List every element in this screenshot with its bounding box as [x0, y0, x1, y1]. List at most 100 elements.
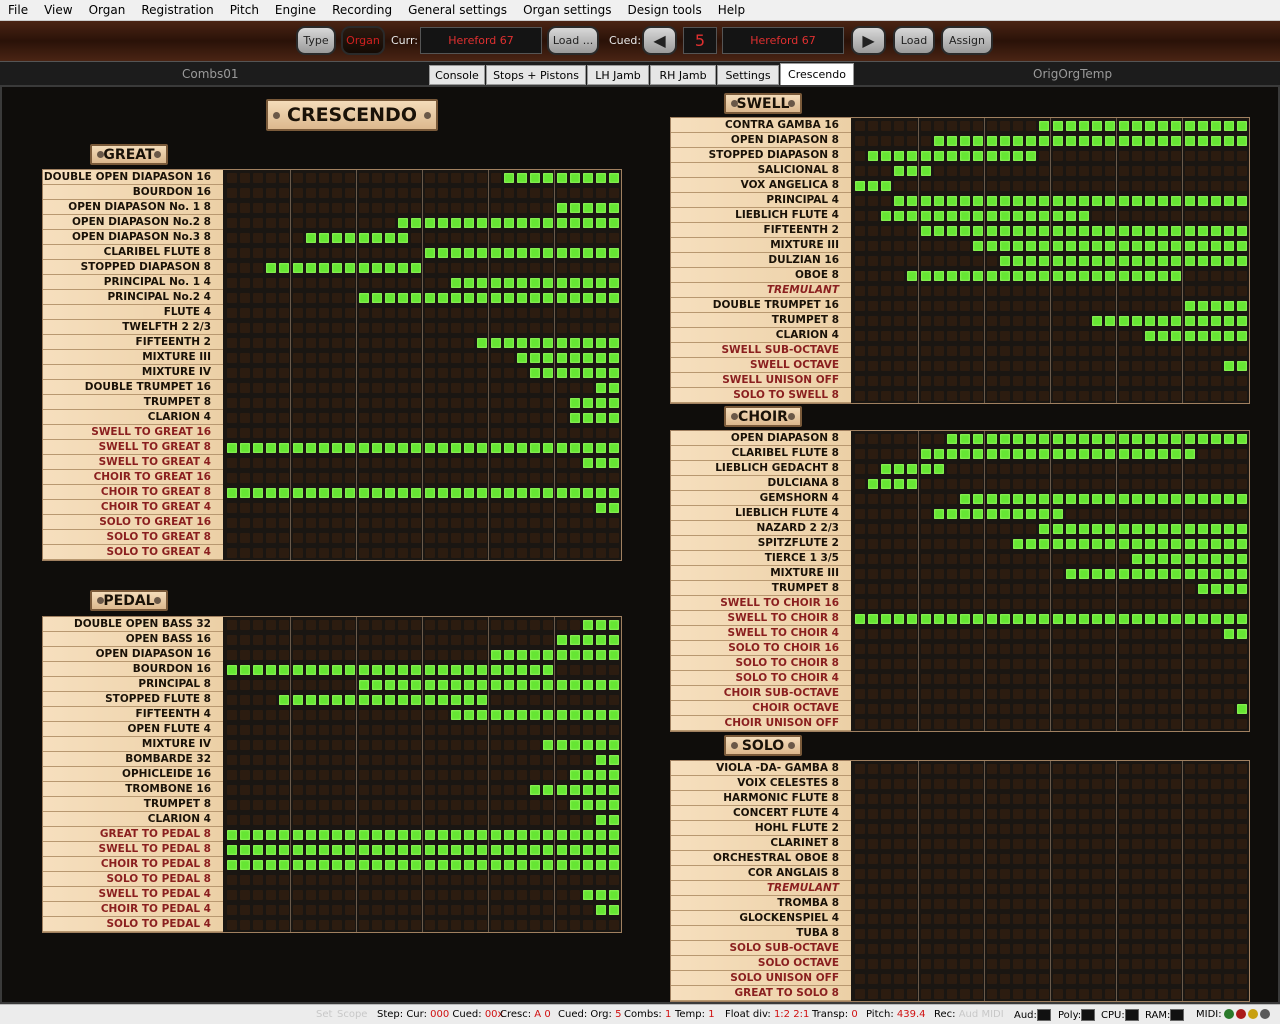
step-cell-off[interactable] [854, 449, 865, 459]
step-cell-off[interactable] [1092, 151, 1103, 161]
step-cell-on[interactable] [371, 860, 382, 870]
step-cell-off[interactable] [920, 644, 931, 654]
step-cell-on[interactable] [252, 860, 263, 870]
step-cell-off[interactable] [1118, 286, 1129, 296]
step-cell-on[interactable] [1197, 524, 1208, 534]
step-cell-on[interactable] [596, 650, 607, 660]
step-cell-off[interactable] [450, 635, 461, 645]
step-cell-on[interactable] [596, 248, 607, 258]
step-cell-off[interactable] [1118, 809, 1129, 819]
step-cell-off[interactable] [960, 719, 971, 729]
step-cell-on[interactable] [609, 620, 620, 630]
step-cell-off[interactable] [569, 548, 580, 558]
step-cell-on[interactable] [1092, 241, 1103, 251]
step-cell-off[interactable] [1197, 659, 1208, 669]
step-cell-off[interactable] [424, 308, 435, 318]
step-cell-off[interactable] [1118, 719, 1129, 729]
step-cell-on[interactable] [318, 845, 329, 855]
step-cell-off[interactable] [345, 740, 356, 750]
step-cell-off[interactable] [305, 920, 316, 930]
step-cell-off[interactable] [999, 644, 1010, 654]
step-cell-off[interactable] [920, 524, 931, 534]
step-cell-on[interactable] [1184, 524, 1195, 534]
step-cell-off[interactable] [1158, 914, 1169, 924]
step-cell-off[interactable] [490, 173, 501, 183]
step-cell-off[interactable] [332, 308, 343, 318]
step-cell-off[interactable] [437, 770, 448, 780]
step-cell-off[interactable] [1039, 286, 1050, 296]
step-cell-off[interactable] [946, 346, 957, 356]
step-cell-off[interactable] [999, 316, 1010, 326]
step-cell-off[interactable] [490, 188, 501, 198]
step-cell-off[interactable] [1105, 554, 1116, 564]
step-cell-off[interactable] [894, 914, 905, 924]
step-cell-off[interactable] [1078, 794, 1089, 804]
step-cell-off[interactable] [933, 434, 944, 444]
step-cell-on[interactable] [1237, 494, 1248, 504]
step-cell-off[interactable] [1237, 689, 1248, 699]
step-cell-off[interactable] [867, 914, 878, 924]
step-cell-off[interactable] [946, 914, 957, 924]
step-cell-off[interactable] [582, 308, 593, 318]
step-cell-off[interactable] [933, 599, 944, 609]
step-cell-off[interactable] [920, 719, 931, 729]
step-cell-on[interactable] [1237, 136, 1248, 146]
step-cell-off[interactable] [279, 815, 290, 825]
step-cell-off[interactable] [1131, 929, 1142, 939]
step-cell-off[interactable] [569, 815, 580, 825]
step-cell-on[interactable] [1105, 136, 1116, 146]
step-cell-off[interactable] [437, 905, 448, 915]
step-cell-off[interactable] [398, 770, 409, 780]
step-cell-off[interactable] [371, 920, 382, 930]
step-cell-off[interactable] [1171, 764, 1182, 774]
step-cell-on[interactable] [1092, 256, 1103, 266]
step-cell-off[interactable] [345, 293, 356, 303]
step-cell-on[interactable] [411, 293, 422, 303]
step-cell-on[interactable] [1105, 434, 1116, 444]
step-cell-off[interactable] [226, 785, 237, 795]
step-cell-off[interactable] [1012, 599, 1023, 609]
step-cell-on[interactable] [1197, 316, 1208, 326]
step-cell-off[interactable] [1118, 989, 1129, 999]
step-cell-off[interactable] [516, 815, 527, 825]
step-cell-off[interactable] [1210, 346, 1221, 356]
step-cell-off[interactable] [973, 316, 984, 326]
step-cell-off[interactable] [477, 308, 488, 318]
step-cell-on[interactable] [305, 845, 316, 855]
step-cell-off[interactable] [894, 256, 905, 266]
step-cell-on[interactable] [569, 845, 580, 855]
step-cell-off[interactable] [582, 695, 593, 705]
step-cell-off[interactable] [384, 458, 395, 468]
step-cell-off[interactable] [1224, 689, 1235, 699]
step-cell-off[interactable] [1184, 376, 1195, 386]
step-cell-off[interactable] [986, 974, 997, 984]
step-cell-off[interactable] [266, 890, 277, 900]
step-cell-off[interactable] [1197, 704, 1208, 714]
step-cell-off[interactable] [867, 869, 878, 879]
step-cell-off[interactable] [1052, 151, 1063, 161]
step-cell-off[interactable] [1184, 704, 1195, 714]
step-cell-off[interactable] [1158, 211, 1169, 221]
step-cell-on[interactable] [411, 443, 422, 453]
step-cell-off[interactable] [1210, 509, 1221, 519]
step-cell-off[interactable] [1092, 464, 1103, 474]
step-cell-off[interactable] [1065, 584, 1076, 594]
step-cell-off[interactable] [1144, 944, 1155, 954]
step-cell-off[interactable] [582, 905, 593, 915]
step-cell-off[interactable] [946, 689, 957, 699]
step-cell-off[interactable] [503, 233, 514, 243]
step-cell-on[interactable] [609, 755, 620, 765]
step-cell-off[interactable] [371, 368, 382, 378]
step-cell-off[interactable] [424, 533, 435, 543]
step-cell-off[interactable] [1052, 839, 1063, 849]
step-cell-on[interactable] [569, 293, 580, 303]
step-cell-off[interactable] [1039, 554, 1050, 564]
step-cell-off[interactable] [411, 428, 422, 438]
step-cell-off[interactable] [424, 458, 435, 468]
step-cell-on[interactable] [1078, 524, 1089, 534]
step-cell-off[interactable] [1039, 316, 1050, 326]
step-cell-off[interactable] [398, 398, 409, 408]
step-cell-off[interactable] [920, 794, 931, 804]
step-cell-off[interactable] [226, 650, 237, 660]
step-cell-off[interactable] [1171, 974, 1182, 984]
